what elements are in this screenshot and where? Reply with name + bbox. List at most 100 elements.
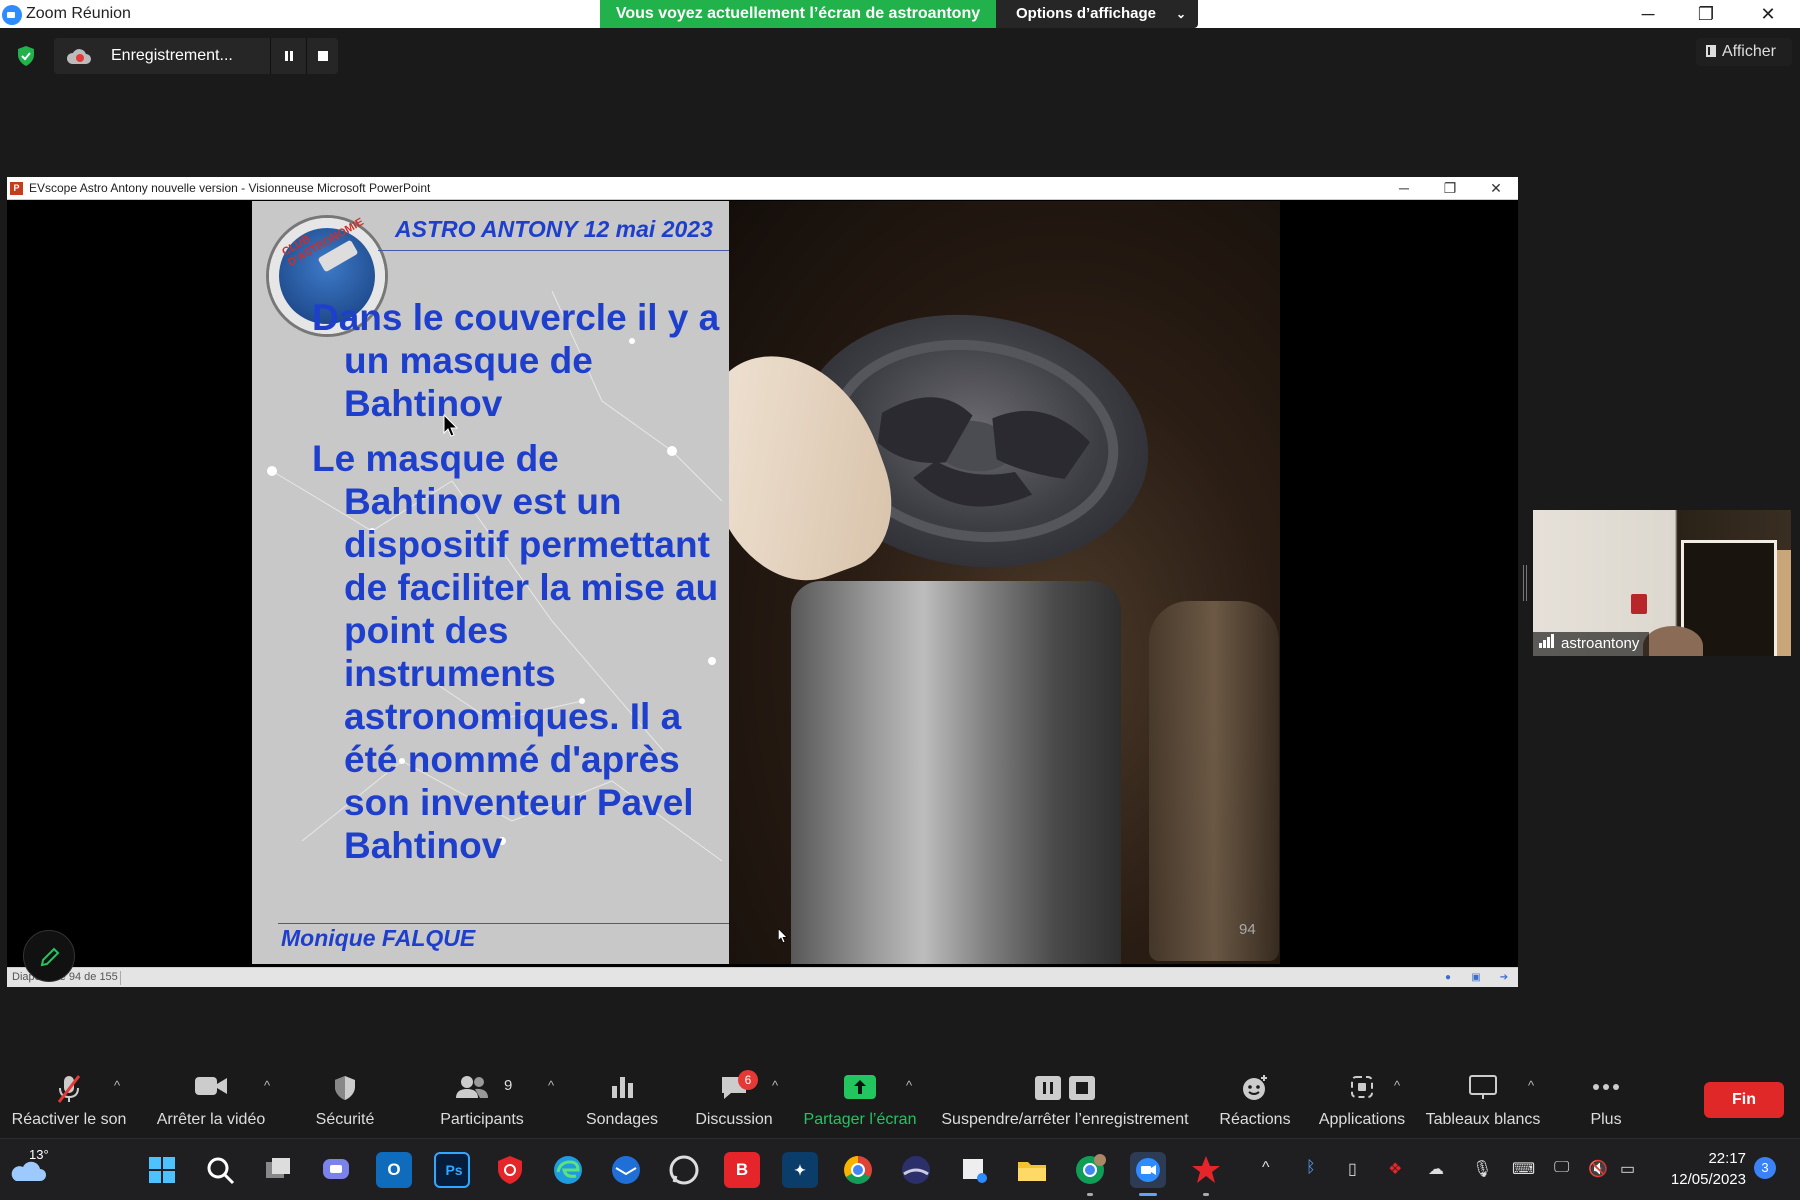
zoom-app-icon bbox=[2, 5, 22, 25]
keyboard-icon[interactable]: ⌨ bbox=[1512, 1159, 1535, 1179]
cloud-recording-icon bbox=[66, 49, 91, 64]
close-button[interactable]: ✕ bbox=[1740, 0, 1796, 28]
pause-stop-recording-button[interactable]: Suspendre/arrêter l’enregistrement bbox=[934, 1066, 1196, 1138]
astronomy-app-icon[interactable]: ✦ bbox=[782, 1152, 818, 1188]
annotate-pen-button[interactable] bbox=[23, 930, 75, 982]
apps-chevron-icon[interactable]: ^ bbox=[1394, 1078, 1400, 1093]
notifications-badge[interactable]: 3 bbox=[1754, 1157, 1776, 1179]
whiteboards-label: Tableaux blancs bbox=[1425, 1111, 1541, 1128]
encryption-shield-icon[interactable] bbox=[14, 44, 38, 68]
pause-recording-button[interactable] bbox=[270, 38, 306, 74]
chrome-icon[interactable] bbox=[840, 1152, 876, 1188]
mouse-cursor-icon bbox=[778, 928, 788, 944]
end-meeting-button[interactable]: Fin bbox=[1704, 1082, 1784, 1118]
next-slide-icon[interactable]: ➔ bbox=[1498, 972, 1510, 984]
red-app-icon[interactable] bbox=[1188, 1152, 1224, 1188]
battery-icon[interactable]: ▭ bbox=[1620, 1159, 1635, 1179]
show-view-button[interactable]: Afficher bbox=[1696, 38, 1792, 66]
stop-recording-button[interactable] bbox=[306, 38, 338, 74]
security-label: Sécurité bbox=[315, 1111, 375, 1128]
whatsapp-icon[interactable] bbox=[666, 1152, 702, 1188]
zoom-taskbar-icon[interactable] bbox=[1130, 1152, 1166, 1188]
chat-chevron-icon[interactable]: ^ bbox=[772, 1078, 778, 1093]
network-icon[interactable]: 🖵 bbox=[1554, 1159, 1569, 1177]
antivirus-shield-icon[interactable] bbox=[492, 1152, 528, 1188]
participants-chevron-icon[interactable]: ^ bbox=[548, 1078, 554, 1093]
more-label: Plus bbox=[1590, 1111, 1622, 1128]
chevron-down-icon: ⌄ bbox=[1175, 7, 1186, 21]
ppt-close-button[interactable]: ✕ bbox=[1474, 177, 1518, 200]
whiteboards-chevron-icon[interactable]: ^ bbox=[1528, 1078, 1534, 1093]
file-explorer-icon[interactable] bbox=[1014, 1152, 1050, 1188]
teams-chat-icon[interactable] bbox=[318, 1152, 354, 1188]
security-button[interactable]: Sécurité bbox=[300, 1066, 390, 1138]
slide-paragraph-1: Dans le couvercle il y a un masque de Ba… bbox=[312, 297, 720, 424]
dropbox-icon[interactable]: ❖ bbox=[1388, 1159, 1402, 1179]
microphone-icon[interactable]: 🎙 bbox=[1472, 1159, 1492, 1179]
task-view-icon[interactable] bbox=[260, 1152, 296, 1188]
whiteboard-icon bbox=[1469, 1075, 1497, 1099]
show-hidden-icons-chevron-icon[interactable]: ^ bbox=[1262, 1159, 1270, 1177]
view-options-button[interactable]: Options d’affichage ⌄ bbox=[996, 0, 1198, 28]
zoom-title-bar: Zoom Réunion Vous voyez actuellement l’é… bbox=[0, 0, 1800, 28]
recording-pill: Enregistrement... bbox=[54, 38, 338, 74]
divider bbox=[378, 250, 729, 251]
volume-muted-icon[interactable]: 🔇 bbox=[1588, 1159, 1608, 1179]
photoshop-icon[interactable]: Ps bbox=[434, 1152, 470, 1188]
participant-video-tile[interactable]: astroantony bbox=[1533, 510, 1791, 656]
share-options-chevron-icon[interactable]: ^ bbox=[906, 1078, 912, 1093]
layout-icon bbox=[1706, 45, 1716, 57]
video-camera-icon bbox=[195, 1077, 227, 1095]
participants-label: Participants bbox=[440, 1111, 524, 1128]
polls-label: Sondages bbox=[585, 1111, 659, 1128]
participants-button[interactable]: 9 Participants bbox=[426, 1066, 538, 1138]
reactions-smiley-icon bbox=[1243, 1075, 1267, 1100]
video-options-chevron-icon[interactable]: ^ bbox=[264, 1078, 270, 1093]
chat-button[interactable]: 6 Discussion bbox=[684, 1066, 784, 1138]
minimize-button[interactable]: ─ bbox=[1620, 0, 1676, 28]
share-screen-button[interactable]: Partager l’écran bbox=[800, 1066, 920, 1138]
onedrive-cloud-icon[interactable]: ☁ bbox=[1428, 1159, 1444, 1179]
mouse-cursor-icon bbox=[443, 414, 459, 437]
reactions-button[interactable]: Réactions bbox=[1212, 1066, 1298, 1138]
chat-label: Discussion bbox=[695, 1111, 773, 1128]
bluetooth-icon[interactable]: ᛒ bbox=[1306, 1159, 1316, 1177]
more-dots-icon bbox=[1593, 1084, 1619, 1090]
slide-text-panel: CLUB D'ASTRONOMIE ASTRO ANTONY 12 mai 20… bbox=[252, 201, 729, 964]
thunderbird-icon[interactable] bbox=[608, 1152, 644, 1188]
weather-widget[interactable]: 13° bbox=[10, 1147, 50, 1189]
snipping-tool-icon[interactable] bbox=[956, 1152, 992, 1188]
whiteboards-button[interactable]: Tableaux blancs bbox=[1424, 1066, 1542, 1138]
edge-browser-icon[interactable] bbox=[550, 1152, 586, 1188]
search-icon[interactable] bbox=[202, 1152, 238, 1188]
slide-photo: 94 bbox=[729, 201, 1280, 964]
more-button[interactable]: Plus bbox=[1574, 1066, 1638, 1138]
polls-button[interactable]: Sondages bbox=[576, 1066, 668, 1138]
slide-author: Monique FALQUE bbox=[281, 925, 476, 951]
view-options-label: Options d’affichage bbox=[1016, 5, 1157, 22]
menu-icon[interactable]: ▣ bbox=[1470, 972, 1482, 984]
chrome-profile-icon[interactable] bbox=[1072, 1152, 1108, 1188]
outlook-icon[interactable]: O bbox=[376, 1152, 412, 1188]
restore-button[interactable]: ❐ bbox=[1678, 0, 1734, 28]
usb-device-icon[interactable]: ▯ bbox=[1348, 1159, 1357, 1179]
audio-options-chevron-icon[interactable]: ^ bbox=[114, 1078, 120, 1093]
share-banner: Vous voyez actuellement l’écran de astro… bbox=[600, 0, 996, 28]
slide: CLUB D'ASTRONOMIE ASTRO ANTONY 12 mai 20… bbox=[252, 201, 1280, 964]
start-menu-icon[interactable] bbox=[144, 1152, 180, 1188]
previous-slide-icon[interactable]: ● bbox=[1442, 972, 1454, 984]
stop-video-button[interactable]: Arrêter la vidéo bbox=[146, 1066, 276, 1138]
apps-button[interactable]: Applications bbox=[1314, 1066, 1410, 1138]
ppt-minimize-button[interactable]: ─ bbox=[1382, 177, 1426, 200]
clock-time: 22:17 bbox=[1708, 1150, 1746, 1167]
apps-icon bbox=[1351, 1076, 1373, 1098]
panel-resize-handle[interactable] bbox=[1523, 565, 1527, 601]
stellarium-icon[interactable] bbox=[898, 1152, 934, 1188]
slide-body: Dans le couvercle il y a un masque de Ba… bbox=[312, 296, 722, 867]
ppt-restore-button[interactable]: ❐ bbox=[1428, 177, 1472, 200]
microphone-muted-icon bbox=[57, 1075, 81, 1103]
bitdefender-icon[interactable]: B bbox=[724, 1152, 760, 1188]
share-screen-icon bbox=[844, 1075, 876, 1099]
unmute-button[interactable]: Réactiver le son bbox=[6, 1066, 132, 1138]
taskbar-clock[interactable]: 22:17 12/05/2023 bbox=[1656, 1148, 1746, 1190]
